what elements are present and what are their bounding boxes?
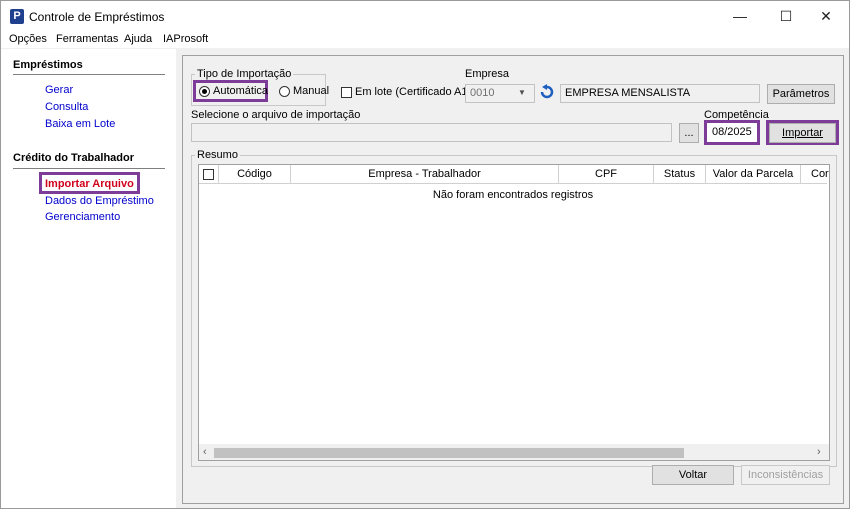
empty-message: Não foram encontrados registros [432, 189, 594, 201]
horizontal-scrollbar[interactable]: ‹ › [199, 444, 829, 460]
scrollbar-thumb[interactable] [214, 448, 684, 458]
sidebar-item-dados-emprestimo[interactable]: Dados do Empréstimo [45, 195, 154, 207]
select-all-checkbox[interactable] [203, 169, 214, 180]
radio-manual-label: Manual [293, 85, 330, 97]
empresa-name-field: EMPRESA MENSALISTA [560, 84, 760, 103]
importar-button[interactable]: Importar [769, 123, 836, 143]
column-header[interactable]: Empresa - Trabalhador [291, 165, 559, 184]
browse-button[interactable]: ... [679, 123, 699, 143]
chevron-down-icon[interactable]: ▼ [518, 88, 526, 97]
batch-checkbox-label: Em lote (Certificado A1) [355, 86, 472, 98]
app-logo-icon: P [10, 9, 24, 24]
select-all-column [199, 165, 219, 184]
sidebar-item-baixa-em-lote[interactable]: Baixa em Lote [45, 118, 115, 130]
radio-automatica-label: Automática [213, 85, 269, 97]
window-title: Controle de Empréstimos [29, 10, 165, 24]
sidebar-item-importar-arquivo[interactable]: Importar Arquivo [45, 178, 134, 190]
empresa-label: Empresa [465, 68, 510, 80]
file-path-input[interactable] [191, 123, 672, 142]
table-header: Código Empresa - Trabalhador CPF Status … [199, 165, 829, 184]
menu-opcoes[interactable]: Opções [9, 33, 47, 45]
sidebar-divider [13, 74, 165, 75]
radio-automatica[interactable] [199, 86, 210, 97]
column-header[interactable]: Valor da Parcela [706, 165, 801, 184]
menu-ajuda[interactable]: Ajuda [124, 33, 152, 45]
import-type-legend: Tipo de Importação [195, 68, 294, 80]
minimize-button[interactable]: — [717, 1, 763, 32]
import-panel: Tipo de Importação Automática Manual Em … [182, 55, 844, 504]
sidebar-section-emprestimos: Empréstimos [13, 59, 83, 71]
file-label: Selecione o arquivo de importação [191, 109, 361, 121]
scroll-left-icon[interactable]: ‹ [203, 446, 207, 458]
title-bar: P Controle de Empréstimos — ☐ ✕ [1, 1, 849, 32]
refresh-icon[interactable] [539, 84, 557, 103]
sidebar-item-gerar[interactable]: Gerar [45, 84, 73, 96]
radio-manual[interactable] [279, 86, 290, 97]
application-window: P Controle de Empréstimos — ☐ ✕ Opções F… [0, 0, 850, 509]
menu-ferramentas[interactable]: Ferramentas [56, 33, 118, 45]
sidebar: Empréstimos Gerar Consulta Baixa em Lote… [1, 49, 176, 508]
column-header[interactable]: Código [219, 165, 291, 184]
main-content: Tipo de Importação Automática Manual Em … [177, 49, 849, 508]
records-table: Código Empresa - Trabalhador CPF Status … [198, 164, 830, 461]
resumo-legend: Resumo [195, 149, 240, 161]
close-button[interactable]: ✕ [803, 1, 849, 32]
column-header[interactable]: Cor [801, 165, 829, 184]
inconsistencias-button[interactable]: Inconsistências [741, 465, 830, 485]
voltar-button[interactable]: Voltar [652, 465, 734, 485]
sidebar-section-credito: Crédito do Trabalhador [13, 152, 135, 164]
scroll-right-icon[interactable]: › [817, 446, 821, 458]
competencia-input[interactable]: 08/2025 [707, 123, 757, 142]
parametros-button[interactable]: Parâmetros [767, 84, 835, 104]
sidebar-item-gerenciamento[interactable]: Gerenciamento [45, 211, 120, 223]
sidebar-divider [13, 168, 165, 169]
menu-iaprosoft[interactable]: IAProsoft [163, 33, 208, 45]
menu-bar: Opções Ferramentas Ajuda IAProsoft [1, 32, 849, 48]
sidebar-item-consulta[interactable]: Consulta [45, 101, 88, 113]
column-header[interactable]: CPF [559, 165, 654, 184]
batch-checkbox[interactable] [341, 87, 352, 98]
column-header[interactable]: Status [654, 165, 706, 184]
